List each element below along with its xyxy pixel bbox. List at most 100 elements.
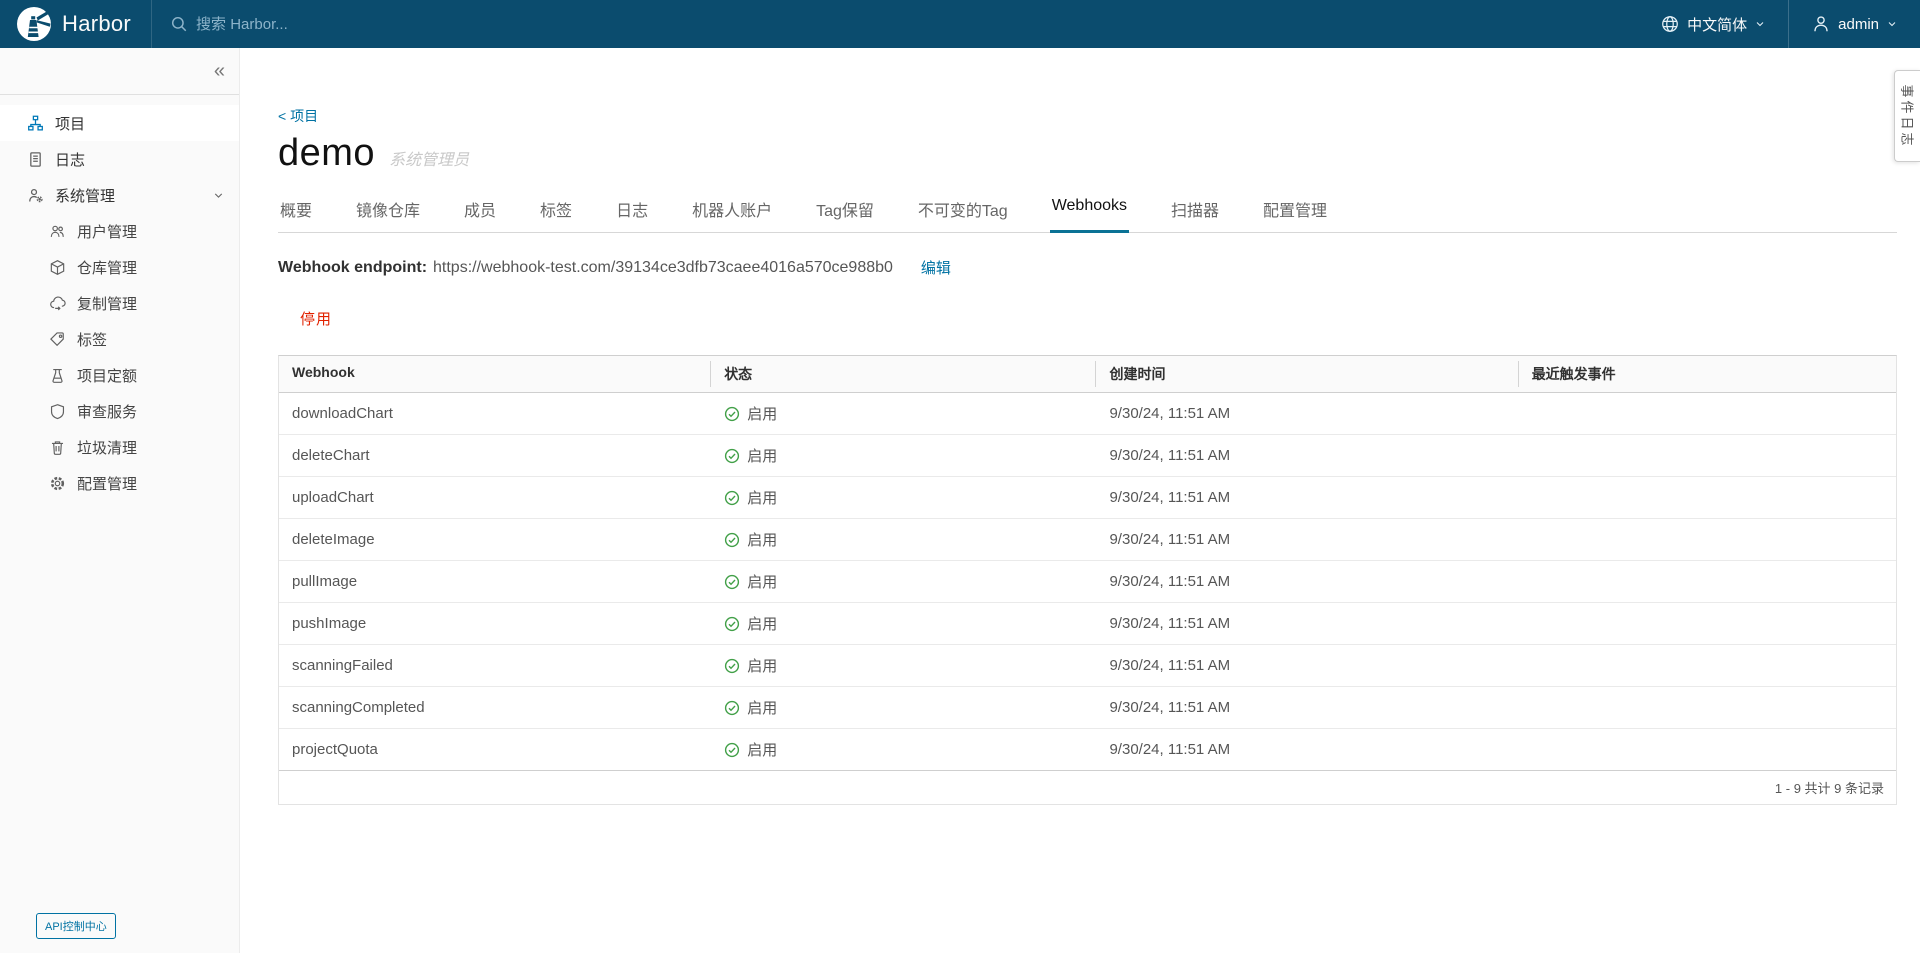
sidebar-item-label: 日志 bbox=[55, 151, 86, 169]
collapse-sidebar-icon[interactable]: « bbox=[214, 61, 225, 81]
created-cell: 9/30/24, 11:51 AM bbox=[1109, 615, 1231, 632]
webhooks-table: Webhook 状态 创建时间 最近触发事件 downloadChart 启用 bbox=[278, 355, 1897, 805]
table-row[interactable]: downloadChart 启用 9/30/24, 11:51 AM bbox=[279, 393, 1896, 435]
column-header-status[interactable]: 状态 bbox=[711, 356, 1097, 392]
column-header-webhook[interactable]: Webhook bbox=[279, 356, 712, 392]
table-row[interactable]: scanningCompleted 启用 9/30/24, 11:51 AM bbox=[279, 687, 1896, 729]
check-circle-icon bbox=[725, 574, 740, 589]
tab-scanner[interactable]: 扫描器 bbox=[1169, 191, 1221, 233]
last-event-cell bbox=[1519, 393, 1896, 434]
webhook-name-cell: deleteImage bbox=[292, 531, 375, 548]
check-circle-icon bbox=[725, 448, 740, 463]
status-cell: 启用 bbox=[711, 477, 1096, 518]
tab-logs[interactable]: 日志 bbox=[614, 191, 650, 233]
side-panel-tab-label: 事件日志 bbox=[1899, 83, 1915, 149]
table-footer: 1 - 9 共计 9 条记录 bbox=[279, 770, 1896, 804]
status-cell: 启用 bbox=[711, 603, 1096, 644]
sidebar-item-labels[interactable]: 标签 bbox=[0, 321, 239, 357]
main-content: < 项目 demo 系统管理员 概要 镜像仓库 成员 标签 日志 机器人账户 T… bbox=[240, 48, 1920, 953]
created-cell: 9/30/24, 11:51 AM bbox=[1109, 447, 1231, 464]
tab-labels[interactable]: 标签 bbox=[538, 191, 574, 233]
harbor-brand[interactable]: Harbor bbox=[0, 0, 151, 48]
table-row[interactable]: pullImage 启用 9/30/24, 11:51 AM bbox=[279, 561, 1896, 603]
language-selector[interactable]: 中文简体 bbox=[1638, 0, 1788, 48]
table-row[interactable]: uploadChart 启用 9/30/24, 11:51 AM bbox=[279, 477, 1896, 519]
chevron-down-icon bbox=[214, 192, 223, 198]
status-cell: 启用 bbox=[711, 519, 1096, 560]
sidebar-item-label: 项目 bbox=[55, 115, 86, 133]
webhook-endpoint-row: Webhook endpoint: https://webhook-test.c… bbox=[278, 257, 1897, 278]
side-panel-tab[interactable]: 事件日志 bbox=[1894, 70, 1920, 162]
webhook-toolbar: 停用 bbox=[278, 304, 1897, 333]
search-input[interactable] bbox=[196, 15, 497, 33]
administrator-icon bbox=[29, 188, 43, 202]
sidebar-item-garbage-collection[interactable]: 垃圾清理 bbox=[0, 429, 239, 465]
chevron-down-icon bbox=[1756, 22, 1764, 27]
sidebar-item-replications[interactable]: 复制管理 bbox=[0, 285, 239, 321]
last-event-cell bbox=[1519, 645, 1896, 686]
sidebar-item-label: 标签 bbox=[77, 331, 108, 349]
page-title: demo bbox=[278, 132, 376, 174]
tab-configuration[interactable]: 配置管理 bbox=[1261, 191, 1329, 233]
endpoint-url: https://webhook-test.com/39134ce3dfb73ca… bbox=[433, 258, 893, 276]
table-row[interactable]: pushImage 启用 9/30/24, 11:51 AM bbox=[279, 603, 1896, 645]
status-cell: 启用 bbox=[711, 645, 1096, 686]
sidebar-item-logs[interactable]: 日志 bbox=[0, 141, 239, 177]
table-row[interactable]: scanningFailed 启用 9/30/24, 11:51 AM bbox=[279, 645, 1896, 687]
tab-summary[interactable]: 概要 bbox=[278, 191, 314, 233]
last-event-cell bbox=[1519, 603, 1896, 644]
brand-name: Harbor bbox=[62, 11, 132, 36]
check-circle-icon bbox=[725, 490, 740, 505]
last-event-cell bbox=[1519, 477, 1896, 518]
sidebar-item-interrogation-services[interactable]: 审查服务 bbox=[0, 393, 239, 429]
sidebar-item-label: 项目定额 bbox=[77, 367, 138, 385]
status-label: 启用 bbox=[747, 406, 778, 423]
user-menu[interactable]: admin bbox=[1789, 0, 1920, 48]
column-header-last-event[interactable]: 最近触发事件 bbox=[1519, 356, 1896, 392]
status-cell: 启用 bbox=[711, 435, 1096, 476]
last-event-cell bbox=[1519, 435, 1896, 476]
tab-robot-accounts[interactable]: 机器人账户 bbox=[690, 191, 774, 233]
table-row[interactable]: deleteImage 启用 9/30/24, 11:51 AM bbox=[279, 519, 1896, 561]
column-header-created[interactable]: 创建时间 bbox=[1096, 356, 1519, 392]
tab-tag-retention[interactable]: Tag保留 bbox=[814, 191, 876, 233]
check-circle-icon bbox=[725, 742, 740, 757]
status-cell: 启用 bbox=[711, 687, 1096, 728]
status-label: 启用 bbox=[747, 448, 778, 465]
created-cell: 9/30/24, 11:51 AM bbox=[1109, 531, 1231, 548]
disable-webhook-button[interactable]: 停用 bbox=[298, 304, 334, 333]
sidebar-item-registries[interactable]: 仓库管理 bbox=[0, 249, 239, 285]
users-icon bbox=[50, 225, 64, 237]
status-label: 启用 bbox=[747, 616, 778, 633]
created-cell: 9/30/24, 11:51 AM bbox=[1109, 405, 1231, 422]
sidebar-item-configuration[interactable]: 配置管理 bbox=[0, 465, 239, 501]
sidebar-collapse-row: « bbox=[0, 48, 239, 95]
quota-icon bbox=[52, 368, 63, 383]
sidebar-item-administration[interactable]: 系统管理 bbox=[0, 177, 239, 213]
tab-webhooks[interactable]: Webhooks bbox=[1049, 191, 1130, 233]
person-icon bbox=[1814, 16, 1828, 32]
webhook-name-cell: projectQuota bbox=[292, 741, 378, 758]
endpoint-label: Webhook endpoint: bbox=[278, 258, 428, 276]
api-explorer-button[interactable]: API控制中心 bbox=[36, 913, 116, 939]
tab-immutable-tag[interactable]: 不可变的Tag bbox=[916, 191, 1010, 233]
sidebar-item-label: 复制管理 bbox=[77, 295, 138, 313]
sidebar-item-users[interactable]: 用户管理 bbox=[0, 213, 239, 249]
tab-repositories[interactable]: 镜像仓库 bbox=[354, 191, 422, 233]
sidebar-item-label: 审查服务 bbox=[77, 403, 138, 421]
breadcrumb-back-to-projects[interactable]: < 项目 bbox=[278, 106, 318, 126]
status-cell: 启用 bbox=[711, 561, 1096, 602]
status-label: 启用 bbox=[747, 532, 778, 549]
sidebar-item-project-quotas[interactable]: 项目定额 bbox=[0, 357, 239, 393]
harbor-lighthouse-icon bbox=[17, 7, 51, 41]
sidebar-item-projects[interactable]: 项目 bbox=[0, 105, 239, 141]
edit-endpoint-link[interactable]: 编辑 bbox=[921, 257, 951, 278]
sidebar-item-label: 垃圾清理 bbox=[77, 439, 138, 457]
last-event-cell bbox=[1519, 729, 1896, 770]
tab-members[interactable]: 成员 bbox=[462, 191, 498, 233]
webhook-name-cell: deleteChart bbox=[292, 447, 370, 464]
created-cell: 9/30/24, 11:51 AM bbox=[1109, 657, 1231, 674]
table-row[interactable]: deleteChart 启用 9/30/24, 11:51 AM bbox=[279, 435, 1896, 477]
table-row[interactable]: projectQuota 启用 9/30/24, 11:51 AM bbox=[279, 729, 1896, 770]
created-cell: 9/30/24, 11:51 AM bbox=[1109, 489, 1231, 506]
